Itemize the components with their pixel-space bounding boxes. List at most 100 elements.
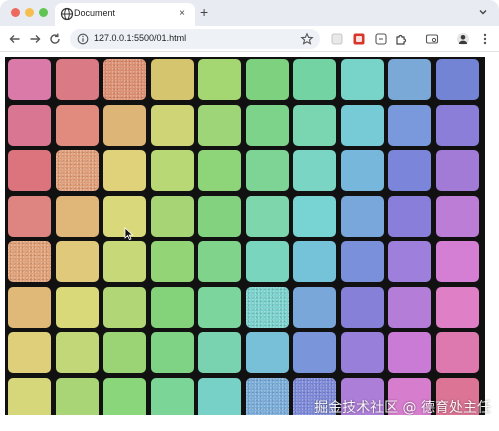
color-tile <box>198 241 241 282</box>
color-tile <box>198 150 241 191</box>
color-tile <box>103 150 146 191</box>
color-tile <box>388 332 431 373</box>
color-tile <box>388 195 431 237</box>
color-tile <box>245 150 289 191</box>
info-icon[interactable] <box>77 33 89 45</box>
color-tile <box>435 150 479 191</box>
color-tile <box>293 104 336 146</box>
new-tab-button[interactable]: + <box>200 4 208 20</box>
extension-icon[interactable] <box>352 32 366 46</box>
tab-search-icon[interactable] <box>425 32 439 46</box>
color-tile <box>8 104 51 146</box>
color-tile <box>198 286 241 328</box>
color-tile <box>388 241 431 282</box>
globe-icon <box>60 7 74 21</box>
color-tile <box>293 195 336 237</box>
color-tile <box>245 195 289 237</box>
color-tile <box>245 377 289 415</box>
color-tile <box>198 104 241 146</box>
toolbar: 127.0.0.1:5500/01.html <box>0 26 499 52</box>
color-tile <box>150 59 194 100</box>
color-tile <box>150 150 194 191</box>
color-tile <box>293 332 336 373</box>
color-tile <box>8 332 51 373</box>
color-tile <box>8 377 51 415</box>
color-grid <box>8 59 479 415</box>
color-tile <box>245 241 289 282</box>
color-tile <box>55 241 99 282</box>
color-tile <box>435 241 479 282</box>
color-tile <box>55 286 99 328</box>
color-tile <box>8 195 51 237</box>
color-tile <box>245 59 289 100</box>
extension-icon[interactable] <box>374 32 388 46</box>
tab-strip: Document × + <box>0 0 499 26</box>
url-text[interactable]: 127.0.0.1:5500/01.html <box>94 33 186 43</box>
color-tile <box>293 59 336 100</box>
color-tile <box>55 332 99 373</box>
color-tile <box>340 104 384 146</box>
color-tile <box>150 286 194 328</box>
color-tile <box>150 104 194 146</box>
scrollbar[interactable] <box>485 52 499 431</box>
color-tile <box>8 241 51 282</box>
color-tile <box>340 241 384 282</box>
color-tile <box>150 241 194 282</box>
color-tile <box>55 377 99 415</box>
color-tile <box>388 104 431 146</box>
color-tile <box>198 59 241 100</box>
color-tile <box>435 332 479 373</box>
color-tile <box>293 150 336 191</box>
puzzle-icon[interactable] <box>394 32 408 46</box>
minimize-window-button[interactable] <box>25 8 34 17</box>
color-tile <box>8 150 51 191</box>
maximize-window-button[interactable] <box>39 8 48 17</box>
color-tile <box>293 241 336 282</box>
color-tile <box>340 59 384 100</box>
more-menu-icon[interactable] <box>478 32 492 46</box>
color-tile <box>388 286 431 328</box>
color-tile <box>435 59 479 100</box>
mouse-cursor-icon <box>124 227 134 241</box>
watermark-text: 掘金技术社区 @ 德育处主任 <box>314 400 491 416</box>
color-tile <box>103 286 146 328</box>
color-tile <box>150 332 194 373</box>
color-tile <box>150 377 194 415</box>
color-tile <box>8 59 51 100</box>
color-tile <box>340 195 384 237</box>
tab-document[interactable]: Document × <box>55 3 195 26</box>
color-tile <box>150 195 194 237</box>
color-tile <box>245 332 289 373</box>
translate-extension-icon[interactable] <box>330 32 344 46</box>
color-tile <box>55 59 99 100</box>
color-tile <box>435 104 479 146</box>
chevron-down-icon[interactable] <box>477 6 489 18</box>
color-tile <box>8 286 51 328</box>
color-tile <box>245 286 289 328</box>
color-tile <box>388 59 431 100</box>
color-tile <box>388 150 431 191</box>
color-tile <box>340 286 384 328</box>
star-icon[interactable] <box>300 32 314 46</box>
color-tile <box>245 104 289 146</box>
color-tile <box>198 377 241 415</box>
color-tile <box>103 332 146 373</box>
color-tile <box>103 241 146 282</box>
color-tile <box>435 286 479 328</box>
close-window-button[interactable] <box>11 8 20 17</box>
arrow-right-icon[interactable] <box>28 32 42 46</box>
color-tile <box>55 104 99 146</box>
color-tile <box>55 150 99 191</box>
address-bar[interactable]: 127.0.0.1:5500/01.html <box>70 29 320 49</box>
tab-title: Document <box>74 8 116 18</box>
color-tile <box>340 332 384 373</box>
color-tile <box>198 332 241 373</box>
tab-close-icon[interactable]: × <box>179 8 185 20</box>
color-tile <box>103 59 146 100</box>
color-tile <box>55 195 99 237</box>
page-viewport <box>5 57 485 415</box>
arrow-left-icon[interactable] <box>8 32 22 46</box>
reload-icon[interactable] <box>48 32 62 46</box>
avatar[interactable] <box>456 32 470 46</box>
color-tile <box>340 150 384 191</box>
